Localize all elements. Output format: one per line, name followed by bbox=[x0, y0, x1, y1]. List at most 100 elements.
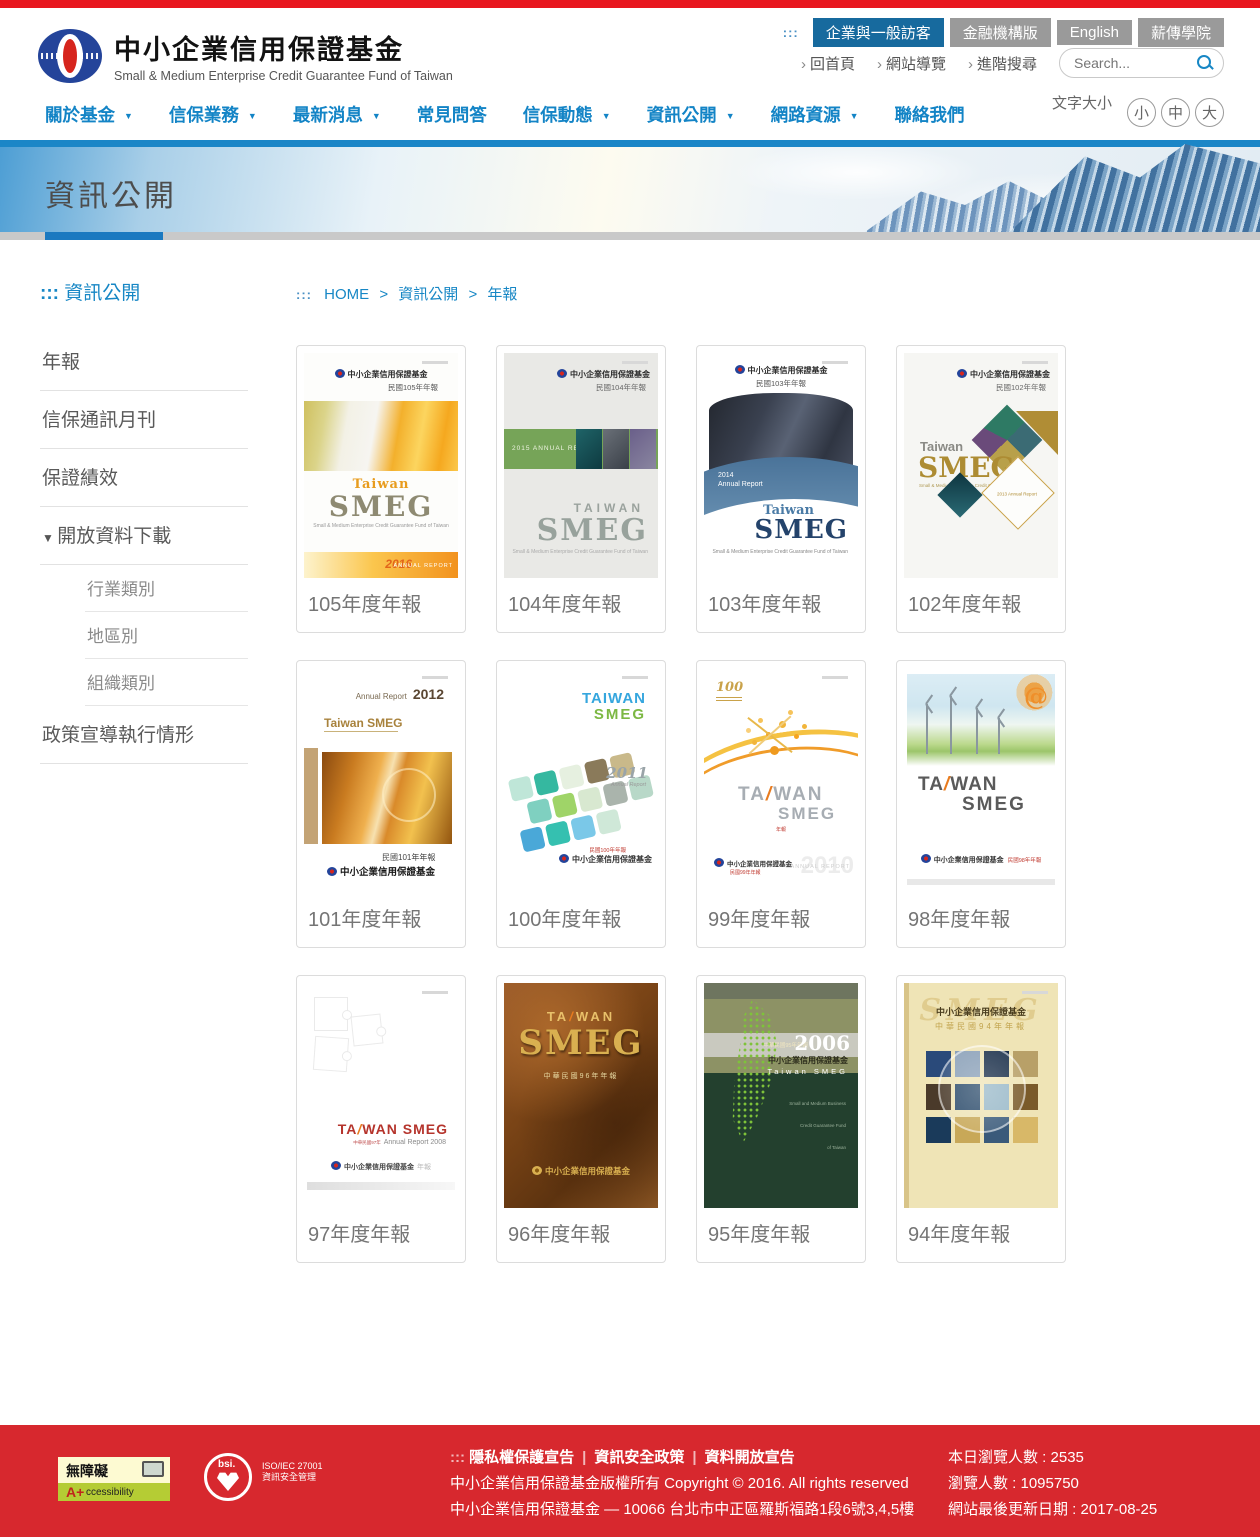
footer-badges: 無障礙 A+ ccessibility bsi. ISO/IEC 27001資訊… bbox=[58, 1453, 324, 1505]
nav-guarantee-business[interactable]: 信保業務 bbox=[169, 102, 257, 127]
nav-about[interactable]: 關於基金 bbox=[45, 102, 133, 127]
nav-faq[interactable]: 常見問答 bbox=[417, 102, 487, 127]
report-title: 101年度年報 bbox=[304, 893, 458, 932]
font-size-small-button[interactable]: 小 bbox=[1127, 98, 1156, 127]
sidebar-title: 資訊公開 bbox=[40, 278, 248, 305]
breadcrumb-level1[interactable]: 資訊公開 bbox=[398, 286, 458, 303]
stat-total-visitors: 瀏覽人數 : 1095750 bbox=[948, 1471, 1157, 1497]
page-banner: 資訊公開 bbox=[0, 140, 1260, 232]
breadcrumb: ::: HOME > 資訊公開 > 年報 bbox=[296, 283, 517, 304]
sidebar-item-annual-report[interactable]: 年報 bbox=[40, 333, 248, 391]
search-icon[interactable] bbox=[1197, 55, 1213, 71]
report-card-105[interactable]: 中小企業信用保證基金 民國105年年報 Taiwan SMEG Small & … bbox=[296, 345, 466, 633]
site-title: 中小企業信用保證基金 bbox=[114, 28, 453, 67]
footer-stats: 本日瀏覽人數 : 2535 瀏覽人數 : 1095750 網站最後更新日期 : … bbox=[948, 1445, 1157, 1523]
report-title: 105年度年報 bbox=[304, 578, 458, 617]
footer-link-security[interactable]: 資訊安全政策 bbox=[594, 1449, 684, 1466]
report-card-102[interactable]: 中小企業信用保證基金 民國102年年報 Taiwan SMEG Small & … bbox=[896, 345, 1066, 633]
report-card-104[interactable]: 中小企業信用保證基金 民國104年年報 2015 ANNUAL REPORT T… bbox=[496, 345, 666, 633]
sidebar-item-policy[interactable]: 政策宣導執行情形 bbox=[40, 706, 248, 764]
report-cover-101: Annual Report2012 Taiwan SMEG 民國101年年報 中… bbox=[304, 668, 458, 893]
tab-financial-institution[interactable]: 金融機構版 bbox=[950, 18, 1051, 47]
report-cover-98: @ TA/WAN SMEG 中小企業信用保證基金民國98年年報 bbox=[904, 668, 1058, 893]
report-card-98[interactable]: @ TA/WAN SMEG 中小企業信用保證基金民國98年年報 98年度年報 bbox=[896, 660, 1066, 948]
quick-links-row: 回首頁 網站導覽 進階搜尋 bbox=[801, 48, 1224, 78]
report-cover-99: 100 TA/WAN SMEG 年報 2010 ANNUAL REPORT 中小… bbox=[704, 668, 858, 893]
smeg-logo-icon bbox=[331, 1161, 341, 1170]
smeg-logo-icon bbox=[957, 369, 967, 378]
site-subtitle: Small & Medium Enterprise Credit Guarant… bbox=[114, 69, 453, 83]
breadcrumb-home[interactable]: HOME bbox=[324, 286, 369, 303]
bsi-iso-badge[interactable]: bsi. ISO/IEC 27001資訊安全管理 bbox=[204, 1453, 324, 1505]
smeg-logo-icon bbox=[921, 854, 931, 863]
page-title: 資訊公開 bbox=[45, 171, 177, 215]
site-title-block: 中小企業信用保證基金 Small & Medium Enterprise Cre… bbox=[114, 28, 453, 83]
skip-links-icon: ::: bbox=[783, 25, 799, 40]
nav-developments[interactable]: 信保動態 bbox=[523, 102, 611, 127]
nav-public-info[interactable]: 資訊公開 bbox=[647, 102, 735, 127]
report-card-100[interactable]: TAIWAN SMEG 2011 Annual Report 民國100年年報 … bbox=[496, 660, 666, 948]
smeg-logo-icon bbox=[735, 365, 745, 374]
smeg-logo-icon bbox=[559, 854, 569, 863]
sidebar: 資訊公開 年報 信保通訊月刊 保證績效 開放資料下載 行業類別 地區別 組織類別… bbox=[40, 278, 248, 764]
banner-underline-bar bbox=[0, 232, 1260, 240]
breadcrumb-level2[interactable]: 年報 bbox=[487, 286, 517, 303]
stat-last-updated: 網站最後更新日期 : 2017-08-25 bbox=[948, 1497, 1157, 1523]
report-card-96[interactable]: TA/WAN SMEG 中華民國96年年報 中小企業信用保證基金 96年度年報 bbox=[496, 975, 666, 1263]
smeg-logo-icon bbox=[532, 1166, 542, 1175]
nav-contact[interactable]: 聯絡我們 bbox=[895, 102, 965, 127]
site-logo[interactable]: 中小企業信用保證基金 Small & Medium Enterprise Cre… bbox=[38, 28, 453, 83]
site-header: 中小企業信用保證基金 Small & Medium Enterprise Cre… bbox=[0, 8, 1260, 140]
sidebar-subitem-industry[interactable]: 行業類別 bbox=[85, 565, 248, 612]
link-home[interactable]: 回首頁 bbox=[801, 53, 855, 74]
footer-links: 隱私權保護宣告|資訊安全政策|資料開放宣告 bbox=[450, 1445, 914, 1471]
nav-news[interactable]: 最新消息 bbox=[293, 102, 381, 127]
sidebar-item-monthly[interactable]: 信保通訊月刊 bbox=[40, 391, 248, 449]
report-card-103[interactable]: 中小企業信用保證基金 民國103年年報 2014Annual Report Ta… bbox=[696, 345, 866, 633]
sidebar-item-performance[interactable]: 保證績效 bbox=[40, 449, 248, 507]
report-card-101[interactable]: Annual Report2012 Taiwan SMEG 民國101年年報 中… bbox=[296, 660, 466, 948]
report-cover-104: 中小企業信用保證基金 民國104年年報 2015 ANNUAL REPORT T… bbox=[504, 353, 658, 578]
sidebar-subitem-region[interactable]: 地區別 bbox=[85, 612, 248, 659]
search-input[interactable] bbox=[1074, 53, 1189, 73]
footer: 無障礙 A+ ccessibility bsi. ISO/IEC 27001資訊… bbox=[0, 1425, 1260, 1537]
font-size-large-button[interactable]: 大 bbox=[1195, 98, 1224, 127]
footer-link-privacy[interactable]: 隱私權保護宣告 bbox=[469, 1449, 574, 1466]
breadcrumb-separator: > bbox=[468, 286, 477, 303]
top-red-strip bbox=[0, 0, 1260, 8]
tab-general-visitor[interactable]: 企業與一般訪客 bbox=[813, 18, 944, 47]
report-cover-97: TA/WAN SMEG 中華民國97年Annual Report 2008 中小… bbox=[304, 983, 458, 1208]
smeg-logo-icon bbox=[714, 858, 724, 867]
font-size-control: 文字大小 小 中 大 bbox=[1052, 90, 1224, 127]
report-grid: 中小企業信用保證基金 民國105年年報 Taiwan SMEG Small & … bbox=[296, 345, 1066, 1263]
smeg-logo-icon bbox=[335, 369, 345, 378]
footer-address: 中小企業信用保證基金 — 10066 台北市中正區羅斯福路1段6號3,4,5樓 bbox=[450, 1497, 914, 1523]
report-card-99[interactable]: 100 TA/WAN SMEG 年報 2010 ANNUAL REPORT 中小… bbox=[696, 660, 866, 948]
report-card-95[interactable]: 中華民國95年年報 2006 中小企業信用保證基金 Taiwan SMEG Sm… bbox=[696, 975, 866, 1263]
footer-copyright: 中小企業信用保證基金版權所有 Copyright © 2016. All rig… bbox=[450, 1471, 914, 1497]
sidebar-subitem-organization[interactable]: 組織類別 bbox=[85, 659, 248, 706]
report-title: 103年度年報 bbox=[704, 578, 858, 617]
footer-link-open-data[interactable]: 資料開放宣告 bbox=[705, 1449, 795, 1466]
smeg-logo-icon bbox=[38, 29, 102, 83]
banner-photo: 資訊公開 bbox=[0, 147, 1260, 232]
report-card-94[interactable]: SMEG 中小企業信用保證基金 中華民國94年年報 94年度年報 bbox=[896, 975, 1066, 1263]
main-nav: 關於基金 信保業務 最新消息 常見問答 信保動態 資訊公開 網路資源 聯絡我們 bbox=[45, 102, 1001, 127]
link-advanced-search[interactable]: 進階搜尋 bbox=[968, 53, 1037, 74]
font-size-medium-button[interactable]: 中 bbox=[1161, 98, 1190, 127]
font-size-label: 文字大小 bbox=[1052, 92, 1112, 113]
accessibility-badge[interactable]: 無障礙 A+ ccessibility bbox=[58, 1457, 170, 1501]
nav-web-resources[interactable]: 網路資源 bbox=[771, 102, 859, 127]
report-title: 102年度年報 bbox=[904, 578, 1058, 617]
report-cover-100: TAIWAN SMEG 2011 Annual Report 民國100年年報 … bbox=[504, 668, 658, 893]
banner-top-line bbox=[0, 140, 1260, 147]
report-title: 96年度年報 bbox=[504, 1208, 658, 1247]
sidebar-item-open-data[interactable]: 開放資料下載 bbox=[40, 507, 248, 565]
tab-academy[interactable]: 薪傳學院 bbox=[1138, 18, 1224, 47]
link-sitemap[interactable]: 網站導覽 bbox=[877, 53, 946, 74]
tab-english[interactable]: English bbox=[1057, 20, 1132, 45]
report-card-97[interactable]: TA/WAN SMEG 中華民國97年Annual Report 2008 中小… bbox=[296, 975, 466, 1263]
report-title: 95年度年報 bbox=[704, 1208, 858, 1247]
report-title: 97年度年報 bbox=[304, 1208, 458, 1247]
footer-center: 隱私權保護宣告|資訊安全政策|資料開放宣告 中小企業信用保證基金版權所有 Cop… bbox=[450, 1445, 914, 1523]
